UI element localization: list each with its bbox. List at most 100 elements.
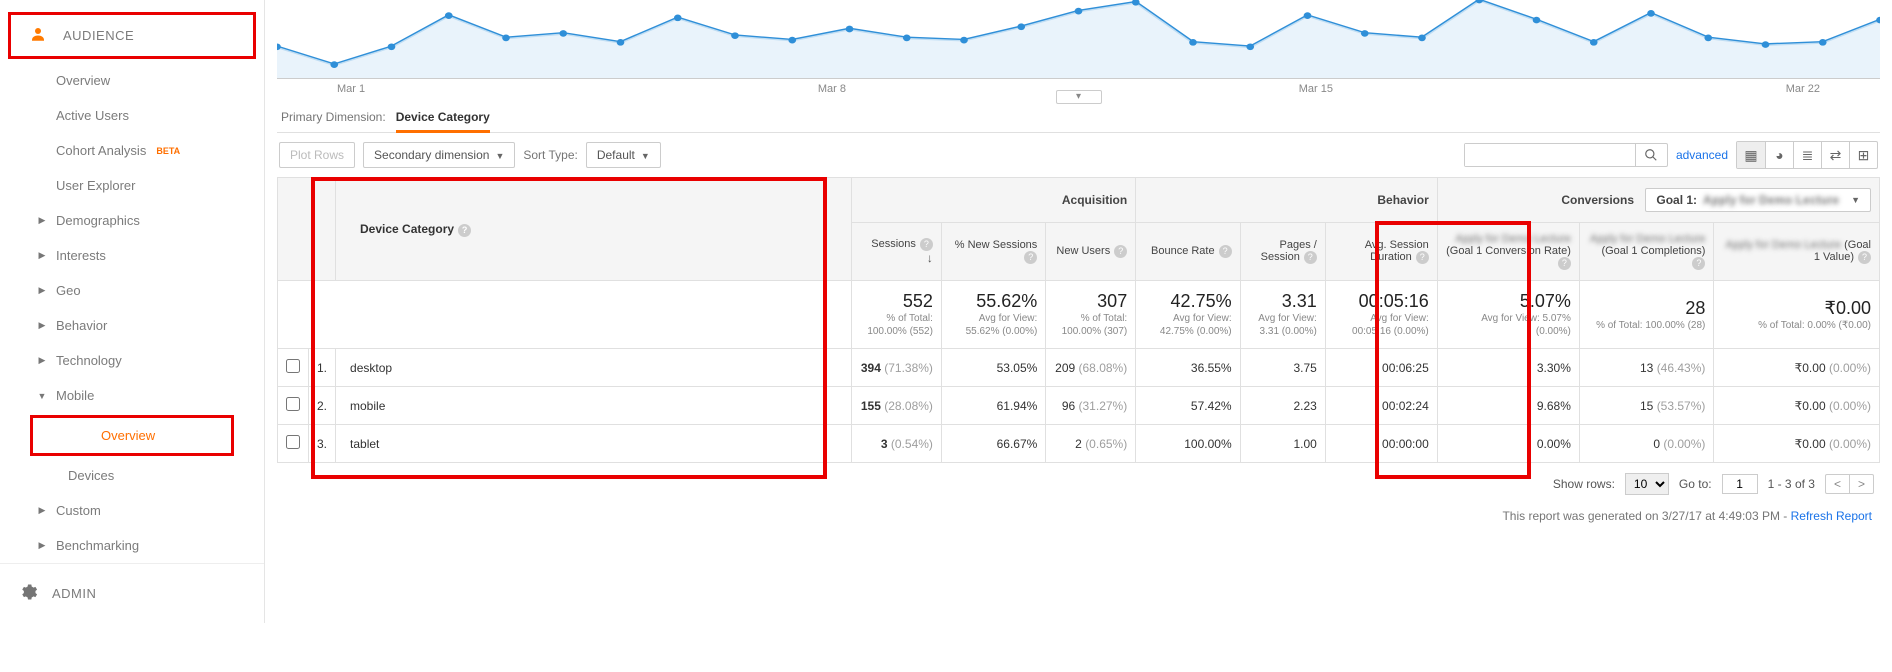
nav-demographics[interactable]: ▶Demographics — [0, 203, 264, 238]
pager-nav: < > — [1825, 474, 1874, 494]
nav-custom[interactable]: ▶Custom — [0, 493, 264, 528]
range-label: 1 - 3 of 3 — [1768, 477, 1815, 491]
nav-active-users[interactable]: Active Users — [0, 98, 264, 133]
nav-geo[interactable]: ▶Geo — [0, 273, 264, 308]
device-category-header[interactable]: Device Category — [360, 222, 454, 236]
primary-dimension-value[interactable]: Device Category — [396, 110, 490, 133]
help-icon[interactable]: ? — [1692, 257, 1705, 270]
beta-badge: BETA — [156, 146, 180, 156]
table-search-input[interactable] — [1465, 144, 1635, 166]
refresh-report-link[interactable]: Refresh Report — [1791, 509, 1872, 523]
line-chart-svg — [277, 0, 1880, 78]
caret-right-icon: ▶ — [36, 540, 48, 551]
help-icon[interactable]: ? — [1858, 251, 1871, 264]
nav-admin[interactable]: ADMIN — [0, 563, 264, 623]
plot-rows-button[interactable]: Plot Rows — [279, 142, 355, 168]
help-icon[interactable]: ? — [920, 238, 933, 251]
report-footer: This report was generated on 3/27/17 at … — [277, 505, 1880, 533]
row-checkbox[interactable] — [286, 397, 300, 411]
caret-right-icon: ▶ — [36, 355, 48, 366]
sort-type-dropdown[interactable]: Default▼ — [586, 142, 661, 168]
caret-right-icon: ▶ — [36, 505, 48, 516]
col-new-users[interactable]: New Users? — [1046, 223, 1136, 281]
caret-down-icon: ▼ — [495, 151, 504, 161]
gear-icon — [18, 582, 38, 605]
caret-down-icon: ▼ — [36, 391, 48, 401]
report-table: Device Category? Acquisition Behavior Co… — [277, 177, 1880, 463]
nav-technology[interactable]: ▶Technology — [0, 343, 264, 378]
table-toolbar: Plot Rows Secondary dimension▼ Sort Type… — [277, 132, 1880, 177]
prev-page-button[interactable]: < — [1826, 475, 1849, 493]
show-rows-label: Show rows: — [1553, 477, 1615, 491]
nav-mobile-overview[interactable]: Overview — [30, 415, 234, 456]
sessions-chart: Mar 1 Mar 8 Mar 15 Mar 22 ▾ — [277, 0, 1880, 96]
nav-mobile-devices[interactable]: Devices — [0, 458, 264, 493]
nav-cohort[interactable]: Cohort AnalysisBETA — [0, 133, 264, 168]
secondary-dimension-dropdown[interactable]: Secondary dimension▼ — [363, 142, 515, 168]
caret-down-icon: ▼ — [641, 151, 650, 161]
rows-select[interactable]: 10 — [1625, 473, 1669, 495]
caret-right-icon: ▶ — [36, 285, 48, 296]
primary-dimension-label: Primary Dimension: — [281, 110, 386, 124]
table-row: 1. desktop 394 (71.38%) 53.05% 209 (68.0… — [278, 349, 1880, 387]
row-checkbox[interactable] — [286, 359, 300, 373]
pager: Show rows: 10 Go to: 1 - 3 of 3 < > — [277, 463, 1880, 505]
goto-input[interactable] — [1722, 474, 1758, 494]
sidebar: AUDIENCE Overview Active Users Cohort An… — [0, 0, 265, 623]
col-new-sessions[interactable]: % New Sessions? — [941, 223, 1045, 281]
goal-selector[interactable]: Goal 1: Apply for Demo Lecture▼ — [1645, 188, 1871, 212]
help-icon[interactable]: ? — [1416, 251, 1429, 264]
comparison-view-icon[interactable]: ⇄ — [1821, 142, 1849, 168]
dim-link[interactable]: mobile — [350, 399, 385, 413]
next-page-button[interactable]: > — [1849, 475, 1873, 493]
table-search — [1464, 143, 1668, 167]
sort-type-label: Sort Type: — [523, 148, 577, 162]
bar-view-icon[interactable]: ≣ — [1793, 142, 1821, 168]
caret-down-icon: ▼ — [1851, 195, 1860, 205]
row-checkbox[interactable] — [286, 435, 300, 449]
main-content: Mar 1 Mar 8 Mar 15 Mar 22 ▾ Primary Dime… — [265, 0, 1892, 623]
col-bounce[interactable]: Bounce Rate? — [1136, 223, 1240, 281]
col-sessions[interactable]: Sessions?↓ — [852, 223, 942, 281]
nav-user-explorer[interactable]: User Explorer — [0, 168, 264, 203]
col-goal1-value[interactable]: Apply for Demo Lecture (Goal 1 Value)? — [1714, 223, 1880, 281]
sort-desc-icon: ↓ — [927, 251, 933, 265]
chart-expand-button[interactable]: ▾ — [1056, 90, 1102, 104]
person-icon — [29, 25, 47, 46]
col-goal1-completions[interactable]: Apply for Demo Lecture(Goal 1 Completion… — [1579, 223, 1714, 281]
col-duration[interactable]: Avg. Session Duration? — [1325, 223, 1437, 281]
col-pages[interactable]: Pages / Session? — [1240, 223, 1325, 281]
nav-benchmarking[interactable]: ▶Benchmarking — [0, 528, 264, 563]
help-icon[interactable]: ? — [1558, 257, 1571, 270]
table-view-icon[interactable]: ▦ — [1737, 142, 1765, 168]
help-icon[interactable]: ? — [1024, 251, 1037, 264]
group-acquisition: Acquisition — [852, 178, 1136, 223]
caret-right-icon: ▶ — [36, 250, 48, 261]
nav-interests[interactable]: ▶Interests — [0, 238, 264, 273]
dim-link[interactable]: desktop — [350, 361, 392, 375]
goto-label: Go to: — [1679, 477, 1712, 491]
help-icon[interactable]: ? — [458, 224, 471, 237]
table-row: 3. tablet 3 (0.54%) 66.67% 2 (0.65%) 100… — [278, 425, 1880, 463]
help-icon[interactable]: ? — [1219, 245, 1232, 258]
caret-right-icon: ▶ — [36, 320, 48, 331]
caret-right-icon: ▶ — [36, 215, 48, 226]
admin-label: ADMIN — [52, 586, 96, 601]
help-icon[interactable]: ? — [1304, 251, 1317, 264]
nav-overview[interactable]: Overview — [0, 63, 264, 98]
summary-row: 552% of Total: 100.00% (552) 55.62%Avg f… — [278, 281, 1880, 349]
search-icon — [1644, 148, 1658, 162]
view-switcher: ▦ ◕ ≣ ⇄ ⊞ — [1736, 141, 1878, 169]
advanced-link[interactable]: advanced — [1676, 148, 1728, 162]
pivot-view-icon[interactable]: ⊞ — [1849, 142, 1877, 168]
nav-behavior[interactable]: ▶Behavior — [0, 308, 264, 343]
pie-view-icon[interactable]: ◕ — [1765, 142, 1793, 168]
col-goal1-rate[interactable]: Apply for Demo Lecture(Goal 1 Conversion… — [1437, 223, 1579, 281]
search-button[interactable] — [1635, 144, 1667, 166]
nav-mobile[interactable]: ▼Mobile — [0, 378, 264, 413]
help-icon[interactable]: ? — [1114, 245, 1127, 258]
group-behavior: Behavior — [1136, 178, 1438, 223]
nav-section-audience[interactable]: AUDIENCE — [8, 12, 256, 59]
nav-section-label: AUDIENCE — [63, 28, 134, 43]
dim-link[interactable]: tablet — [350, 437, 379, 451]
